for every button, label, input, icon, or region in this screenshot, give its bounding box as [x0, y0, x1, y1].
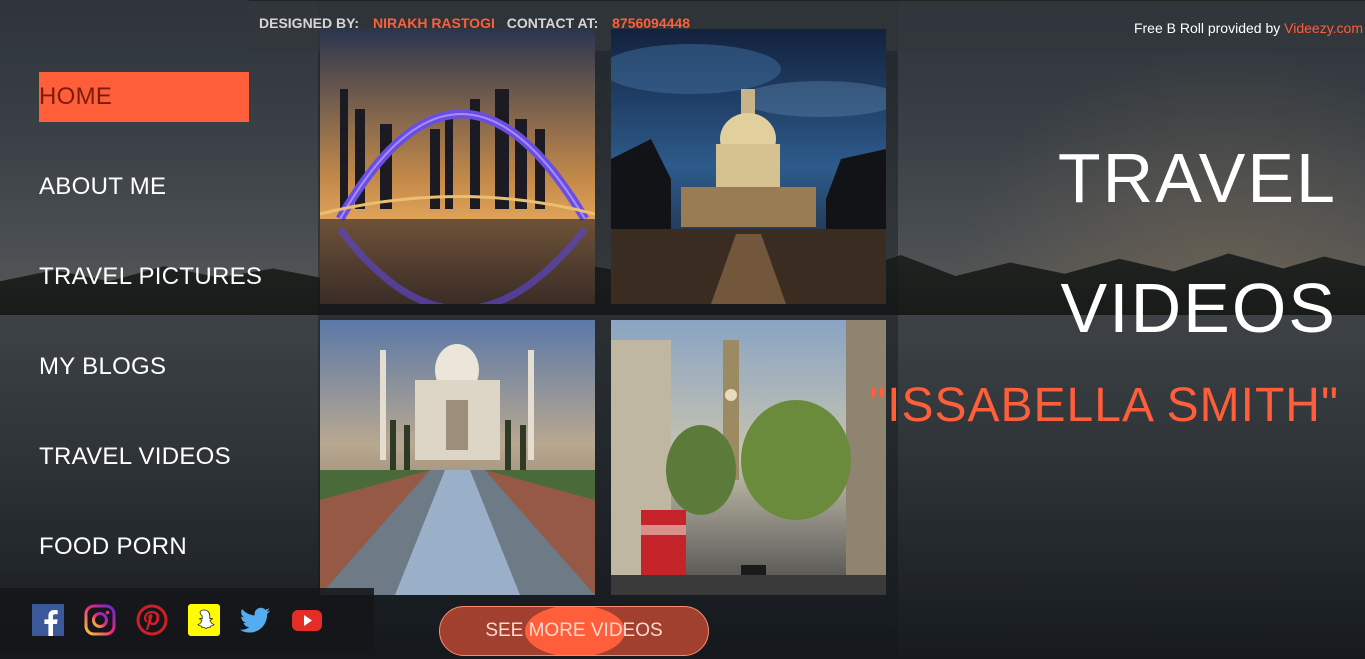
- see-more-videos-label: SEE MORE VIDEOS: [485, 620, 663, 641]
- photo-capitol-at-night[interactable]: [611, 29, 886, 304]
- social-bar: [0, 588, 374, 653]
- title-line-videos: VIDEOS: [1060, 269, 1337, 347]
- youtube-icon[interactable]: [291, 604, 323, 636]
- photo-dubai-arch-bridge[interactable]: [320, 29, 595, 304]
- nav-item-my-blogs[interactable]: MY BLOGS: [39, 342, 259, 392]
- instagram-icon[interactable]: [84, 604, 116, 636]
- title-line-travel: TRAVEL: [1057, 139, 1337, 217]
- nav-item-food-porn[interactable]: FOOD PORN: [39, 522, 259, 572]
- nav-item-home[interactable]: HOME: [39, 72, 249, 122]
- photo-taj-mahal[interactable]: [320, 320, 595, 595]
- snapchat-icon[interactable]: [188, 604, 220, 636]
- see-more-videos-button[interactable]: SEE MORE VIDEOS: [439, 606, 709, 656]
- facebook-icon[interactable]: [32, 604, 64, 636]
- pinterest-icon[interactable]: [136, 604, 168, 636]
- author-name: "ISSABELLA SMITH": [869, 379, 1339, 432]
- videezy-link[interactable]: Videezy.com: [1284, 20, 1363, 36]
- photo-london-big-ben[interactable]: [611, 320, 886, 595]
- main-nav: HOME ABOUT ME TRAVEL PICTURES MY BLOGS T…: [39, 72, 262, 612]
- nav-item-travel-pictures[interactable]: TRAVEL PICTURES: [39, 252, 262, 302]
- nav-item-about-me[interactable]: ABOUT ME: [39, 162, 259, 212]
- broll-text: Free B Roll provided by: [1133, 20, 1285, 36]
- nav-item-travel-videos[interactable]: TRAVEL VIDEOS: [39, 432, 259, 482]
- broll-credit: Free B Roll provided by Videezy.com: [1134, 20, 1363, 36]
- twitter-icon[interactable]: [239, 604, 271, 636]
